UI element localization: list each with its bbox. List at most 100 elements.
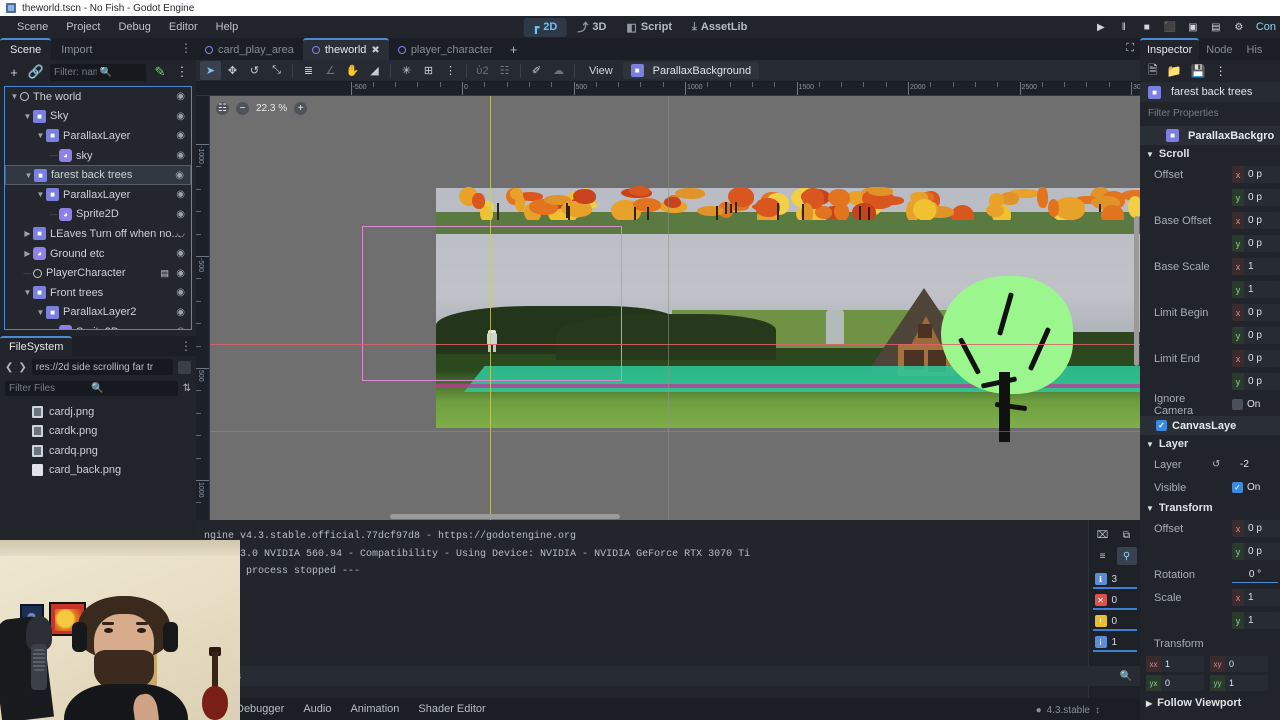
chevron-down-icon[interactable]: ▼ xyxy=(23,171,34,180)
collapse-button[interactable]: ≡ xyxy=(1093,547,1113,565)
scene-filter-input[interactable]: Filter: name, t:t 🔍 xyxy=(50,63,146,81)
tab-shader-editor[interactable]: Shader Editor xyxy=(410,700,493,718)
minus-icon[interactable]: − xyxy=(236,102,249,115)
property-value-y[interactable]: y 0 p xyxy=(1232,189,1280,206)
inspector-menu-icon[interactable]: ⋮ xyxy=(1215,64,1227,78)
chevron-right-icon[interactable]: ▶ xyxy=(22,229,33,238)
canvas-viewport[interactable]: ☷ − 22.3 % + xyxy=(210,96,1140,520)
visibility-eye-icon[interactable]: ◉ xyxy=(176,287,185,298)
scene-tab-theworld[interactable]: theworld ✖ xyxy=(302,38,389,60)
visibility-eye-icon[interactable]: ◉ xyxy=(176,268,185,279)
property-value-y[interactable]: y1 xyxy=(1232,281,1280,298)
property-value-x[interactable]: x 0 p xyxy=(1232,304,1280,321)
pivot-tool[interactable]: ◢ xyxy=(364,61,385,80)
mode-2d[interactable]: ┏ 2D xyxy=(523,17,567,37)
error-count[interactable]: ✕ 0 xyxy=(1092,592,1137,610)
ruler-tool[interactable]: ∠ xyxy=(320,61,341,80)
property-value-x[interactable]: x 0 p xyxy=(1232,166,1280,183)
script-icon[interactable]: ✎ xyxy=(152,64,168,80)
plus-icon[interactable]: + xyxy=(6,64,22,80)
canvaslayer-checkbox[interactable]: ✓ xyxy=(1156,420,1167,431)
menu-debug[interactable]: Debug xyxy=(109,19,159,35)
list-select-tool[interactable]: ≣ xyxy=(298,61,319,80)
property-filter-input[interactable]: Filter Properties xyxy=(1140,102,1280,124)
play-button[interactable]: ▶ xyxy=(1091,18,1111,36)
scene-tree-item[interactable]: ▼ ■ Front trees ◉ xyxy=(5,283,191,303)
stop-button[interactable]: ■ xyxy=(1137,18,1157,36)
remote-debug-button[interactable]: ⚙ xyxy=(1229,18,1249,36)
property-value-y[interactable]: y 0 p xyxy=(1232,235,1280,252)
property-number[interactable]: 0 ° xyxy=(1232,566,1278,583)
move-tool[interactable]: ✥ xyxy=(222,61,243,80)
property-value-y[interactable]: y 0 p xyxy=(1232,543,1280,560)
tab-history[interactable]: His xyxy=(1240,40,1270,60)
plus-icon[interactable]: + xyxy=(294,102,308,115)
scene-tree-item[interactable]: — ◕ sky ◉ xyxy=(5,146,191,166)
sort-icon[interactable]: ⇅ xyxy=(183,383,191,394)
chevron-right-icon[interactable]: ❯ xyxy=(18,362,26,373)
tab-animation[interactable]: Animation xyxy=(342,700,407,718)
inspector-section-transform[interactable]: ▼ Transform xyxy=(1140,499,1280,517)
scene-tree-item[interactable]: ▼ ■ farest back trees ◉ xyxy=(5,165,191,185)
scene-tree-item[interactable]: ▼ ■ ParallaxLayer ◉ xyxy=(5,185,191,205)
pause-button[interactable]: ‖ xyxy=(1114,18,1134,36)
canvaslayer-subheader[interactable]: ✓ CanvasLaye xyxy=(1140,416,1280,435)
new-resource-icon[interactable]: 🗎 xyxy=(1148,61,1158,82)
inspector-section-layer[interactable]: ▼ Layer xyxy=(1140,435,1280,453)
menu-editor[interactable]: Editor xyxy=(160,19,207,35)
visibility-eye-icon[interactable]: ◉ xyxy=(176,111,185,122)
transform-cell-yy[interactable]: yy 1 xyxy=(1210,675,1268,691)
mode-script[interactable]: ◧ Script xyxy=(617,18,681,37)
visibility-eye-icon[interactable]: ◉ xyxy=(176,326,185,329)
file-list-item[interactable]: cardj.png xyxy=(10,402,196,422)
visibility-eye-icon[interactable]: ◉ xyxy=(176,150,185,161)
chevron-left-icon[interactable]: ❮ xyxy=(5,362,13,373)
property-number[interactable]: -2 xyxy=(1240,459,1249,470)
warning-count[interactable]: ! 0 xyxy=(1092,613,1137,631)
scene-tree-item[interactable]: ▶ ■ LEaves Turn off when no... ◡ xyxy=(5,224,191,244)
editor-message-count[interactable]: i1 xyxy=(1092,634,1137,652)
scene-tree-item[interactable]: ▼ ■ Sky ◉ xyxy=(5,107,191,127)
grid-snap-icon[interactable]: ⊞ xyxy=(418,61,439,80)
pan-tool[interactable]: ✋ xyxy=(342,61,363,80)
scale-tool[interactable]: ⤡ xyxy=(266,61,287,80)
menu-project[interactable]: Project xyxy=(57,19,109,35)
expand-icon[interactable]: ⛶ xyxy=(1126,42,1134,55)
clear-output-button[interactable]: ⌧ xyxy=(1093,526,1113,544)
chevron-down-icon[interactable]: ▼ xyxy=(22,288,33,297)
property-checkbox[interactable] xyxy=(1232,399,1243,410)
inspector-section-follow-viewport[interactable]: ▶ Follow Viewport xyxy=(1140,694,1280,712)
mode-assetlib[interactable]: ⤓ AssetLib xyxy=(683,18,756,37)
instance-child-scene-icon[interactable]: 🔗 xyxy=(28,64,44,80)
file-list-item[interactable]: cardq.png xyxy=(10,441,196,461)
scene-menu-icon[interactable]: ⋮ xyxy=(174,64,190,80)
visibility-eye-icon[interactable]: ◉ xyxy=(176,91,185,102)
play-custom-scene-button[interactable]: ▣ xyxy=(1183,18,1203,36)
view-menu-button[interactable]: View xyxy=(580,63,622,79)
filter-button[interactable]: ⚲ xyxy=(1116,547,1137,565)
animation-icon[interactable]: ▤ xyxy=(160,268,169,279)
skeleton-icon[interactable]: ✐ xyxy=(526,61,547,80)
scene-tree-item[interactable]: ▼ ■ ParallaxLayer2 ◉ xyxy=(5,303,191,323)
tab-node[interactable]: Node xyxy=(1199,40,1239,60)
property-value-x[interactable]: x1 xyxy=(1232,258,1280,275)
filesystem-menu-icon[interactable]: ⋮ xyxy=(180,340,192,352)
visibility-eye-icon[interactable]: ◉ xyxy=(176,209,185,220)
visibility-eye-icon[interactable]: ◉ xyxy=(176,307,185,318)
vertical-dots-icon[interactable]: ⋮ xyxy=(180,42,192,54)
copy-output-button[interactable]: ⧉ xyxy=(1117,526,1137,544)
toggle-split-mode-icon[interactable] xyxy=(178,360,191,374)
file-list-item[interactable]: card_back.png xyxy=(10,461,196,481)
tab-audio[interactable]: Audio xyxy=(295,700,339,718)
play-scene-button[interactable]: ⬛ xyxy=(1160,18,1180,36)
scene-tree-item[interactable]: —◕ Sprite2D ◉ xyxy=(5,322,191,329)
filesystem-path-input[interactable]: res://2d side scrolling far tr xyxy=(31,359,173,375)
breadcrumb[interactable]: ■ ParallaxBackground xyxy=(622,62,760,79)
expand-bottom-panel-icon[interactable]: ↕ xyxy=(1095,705,1100,716)
scene-tree-item[interactable]: — PlayerCharacter ▤ ◉ xyxy=(5,263,191,283)
save-resource-icon[interactable]: 💾 xyxy=(1191,64,1206,78)
select-tool[interactable]: ➤ xyxy=(200,61,221,80)
scene-tab-player-character[interactable]: player_character xyxy=(389,40,502,60)
chevron-down-icon[interactable]: ▼ xyxy=(35,308,46,317)
visibility-eye-closed-icon[interactable]: ◡ xyxy=(176,228,185,239)
